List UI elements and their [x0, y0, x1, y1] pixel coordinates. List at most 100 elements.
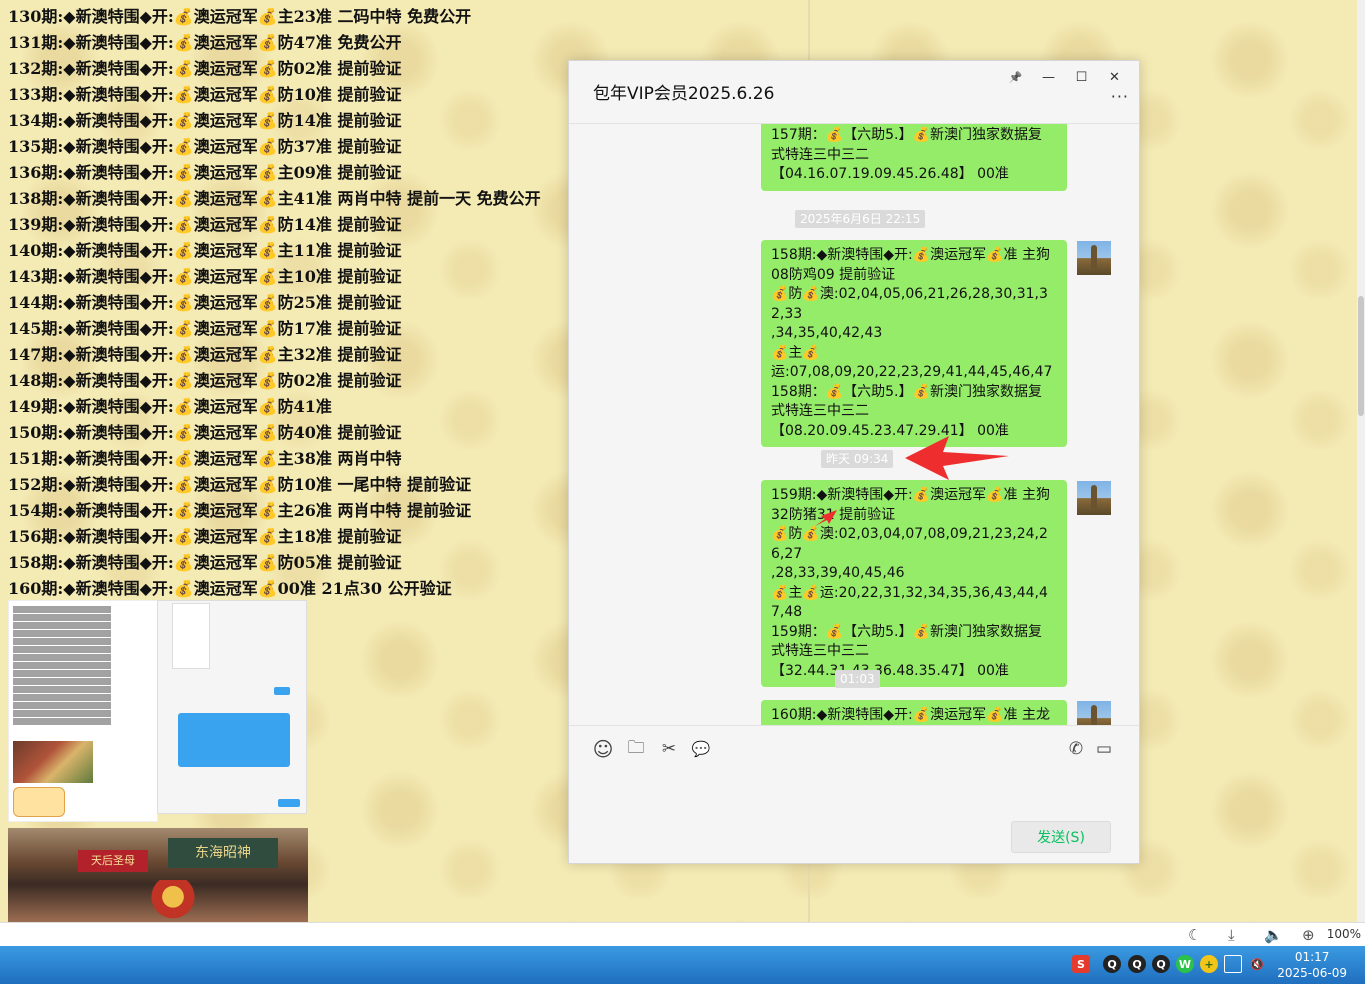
clock-date: 2025-06-09: [1277, 966, 1347, 980]
message-bubble-157: 157期：💰【六助5.】💰新澳门独家数据复 式特连三中三二【04.16.07.19…: [761, 124, 1067, 191]
message-line: 08防鸡09 提前验证: [771, 266, 896, 283]
pin-icon[interactable]: 📌: [999, 65, 1032, 89]
prediction-line: 130期:◆新澳特围◆开:💰澳运冠军💰主23准 二码中特 免费公开: [8, 7, 472, 26]
prediction-line: 152期:◆新澳特围◆开:💰澳运冠军💰防10准 一尾中特 提前验证: [8, 475, 472, 494]
prediction-line: 147期:◆新澳特围◆开:💰澳运冠军💰主32准 提前验证: [8, 345, 402, 364]
prediction-line: 151期:◆新澳特围◆开:💰澳运冠军💰主38准 两肖中特: [8, 449, 402, 468]
clock-time: 01:17: [1294, 950, 1330, 964]
red-arrow-icon: [905, 436, 1009, 480]
emoji-icon[interactable]: ☺: [592, 737, 614, 761]
prediction-line: 140期:◆新澳特围◆开:💰澳运冠军💰主11准 提前验证: [8, 241, 402, 260]
prediction-line: 135期:◆新澳特围◆开:💰澳运冠军💰防37准 提前验证: [8, 137, 402, 156]
message-line: 159期：💰【六助5.】💰新澳门独家数据复: [771, 623, 1042, 640]
browser-status-bar: ☾ ⤓ 🔈 ⊕ 100%: [0, 922, 1365, 946]
zoom-icon[interactable]: ⊕: [1302, 926, 1315, 944]
folder-icon[interactable]: 🗀: [625, 738, 647, 760]
prediction-line: 158期:◆新澳特围◆开:💰澳运冠军💰防05准 提前验证: [8, 553, 402, 572]
close-button[interactable]: ✕: [1098, 65, 1131, 89]
message-bubble-158: 158期:◆新澳特围◆开:💰澳运冠军💰准 主狗 08防鸡09 提前验证 💰防💰澳:0…: [761, 240, 1067, 447]
message-line: 💰主💰运:20,22,31,32,34,35,36,43,44,47,48: [771, 584, 1048, 621]
prediction-line: 131期:◆新澳特围◆开:💰澳运冠军💰防47准 免费公开: [8, 33, 402, 52]
qq-icon[interactable]: Q: [1152, 955, 1170, 973]
message-bubble-160: 160期:◆新澳特围◆开:💰澳运冠军💰准 主龙: [761, 700, 1067, 725]
avatar[interactable]: [1077, 481, 1111, 515]
page-scrollbar-thumb[interactable]: [1358, 296, 1364, 416]
temple-sign-small: 天后圣母: [78, 850, 148, 872]
timestamp: 昨天 09:34: [821, 450, 894, 468]
page-scrollbar[interactable]: [1357, 0, 1365, 922]
qq-icon[interactable]: Q: [1128, 955, 1146, 973]
timestamp: 2025年6月6日 22:15: [795, 210, 926, 228]
message-line: 159期:◆新澳特围◆开:💰澳运冠军💰准 主狗: [771, 487, 1051, 503]
sogou-ime-icon[interactable]: S: [1072, 955, 1090, 973]
avatar[interactable]: [1077, 701, 1111, 725]
statue-figure: [148, 880, 198, 922]
download-icon[interactable]: ⤓: [1228, 926, 1235, 944]
message-line: 【32.44.31.43.36.48.35.47】 00准: [771, 662, 1009, 679]
message-line: 式特连三中三二: [771, 403, 869, 419]
message-area[interactable]: 157期：💰【六助5.】💰新澳门独家数据复 式特连三中三二【04.16.07.19…: [569, 123, 1139, 725]
more-icon[interactable]: ···: [1111, 87, 1129, 106]
zoom-level[interactable]: 100%: [1327, 927, 1361, 941]
qq-icon[interactable]: Q: [1103, 955, 1121, 973]
night-mode-icon[interactable]: ☾: [1188, 926, 1201, 944]
maximize-button[interactable]: ☐: [1065, 65, 1098, 89]
network-icon[interactable]: [1224, 955, 1242, 973]
message-bubble-159: 159期:◆新澳特围◆开:💰澳运冠军💰准 主狗 32防猪31 提前验证 💰防💰澳:0…: [761, 480, 1067, 687]
sticker-image: [13, 787, 65, 817]
chat-title: 包年VIP会员2025.6.26: [593, 84, 775, 104]
prediction-line: 145期:◆新澳特围◆开:💰澳运冠军💰防17准 提前验证: [8, 319, 402, 338]
clock[interactable]: 01:17 2025-06-09: [1277, 949, 1347, 981]
prediction-line: 156期:◆新澳特围◆开:💰澳运冠军💰主18准 提前验证: [8, 527, 402, 546]
scissors-icon[interactable]: ✂: [658, 738, 680, 760]
message-line: ,28,33,39,40,45,46: [771, 565, 905, 581]
prediction-line: 144期:◆新澳特围◆开:💰澳运冠军💰防25准 提前验证: [8, 293, 402, 312]
message-line: 160期:◆新澳特围◆开:💰澳运冠军💰准 主龙: [771, 707, 1051, 723]
app-tray-icon[interactable]: +: [1200, 955, 1218, 973]
message-line: 158期:◆新澳特围◆开:💰澳运冠军💰准 主狗: [771, 247, 1051, 263]
message-line: 157期：💰【六助5.】💰新澳门独家数据复: [771, 127, 1042, 143]
chat-window: 包年VIP会员2025.6.26 📌 — ☐ ✕ ··· 157期：💰【六助5.…: [568, 60, 1140, 864]
prediction-line: 149期:◆新澳特围◆开:💰澳运冠军💰防41准: [8, 397, 332, 416]
prediction-line: 132期:◆新澳特围◆开:💰澳运冠军💰防02准 提前验证: [8, 59, 402, 78]
temple-photo-small: [13, 741, 93, 783]
message-input[interactable]: [569, 765, 1139, 815]
screenshot-thumbnail-right: [157, 600, 307, 814]
screenshot-thumbnail-left: [8, 600, 158, 822]
prediction-line: 136期:◆新澳特围◆开:💰澳运冠军💰主09准 提前验证: [8, 163, 402, 182]
send-button[interactable]: 发送(S): [1011, 821, 1111, 853]
prediction-line: 150期:◆新澳特围◆开:💰澳运冠军💰防40准 提前验证: [8, 423, 402, 442]
volume-icon[interactable]: 🔈: [1264, 926, 1283, 944]
message-line: 【04.16.07.19.09.45.26.48】 00准: [771, 166, 1009, 182]
message-line: 158期：💰【六助5.】💰新澳门独家数据复: [771, 383, 1042, 400]
taskbar: S Q Q Q W + 🔇 01:17 2025-06-09: [0, 946, 1365, 984]
prediction-line: 154期:◆新澳特围◆开:💰澳运冠军💰主26准 两肖中特 提前验证: [8, 501, 472, 520]
message-line: 💰防💰澳:02,03,04,07,08,09,21,23,24,26,27: [771, 526, 1048, 562]
wechat-icon[interactable]: W: [1176, 955, 1194, 973]
prediction-line: 138期:◆新澳特围◆开:💰澳运冠军💰主41准 两肖中特 提前一天 免费公开: [8, 189, 541, 208]
temple-sign: 东海昭神: [168, 838, 278, 868]
video-call-icon[interactable]: ▭: [1093, 738, 1115, 760]
phone-icon[interactable]: ✆: [1065, 738, 1087, 760]
window-controls: 📌 — ☐ ✕: [999, 65, 1131, 89]
volume-muted-icon[interactable]: 🔇: [1248, 955, 1266, 973]
message-line: 💰主💰: [771, 344, 820, 361]
message-line: 式特连三中三二: [771, 643, 869, 659]
prediction-line: 160期:◆新澳特围◆开:💰澳运冠军💰00准 21点30 公开验证: [8, 579, 452, 598]
prediction-line: 133期:◆新澳特围◆开:💰澳运冠军💰防10准 提前验证: [8, 85, 402, 104]
chat-toolbar: ☺ 🗀 ✂ 💬 ✆ ▭: [569, 725, 1139, 765]
message-line: ,34,35,40,42,43: [771, 325, 883, 341]
prediction-line: 134期:◆新澳特围◆开:💰澳运冠军💰防14准 提前验证: [8, 111, 402, 130]
prediction-line: 148期:◆新澳特围◆开:💰澳运冠军💰防02准 提前验证: [8, 371, 402, 390]
prediction-list: 130期:◆新澳特围◆开:💰澳运冠军💰主23准 二码中特 免费公开 131期:◆新…: [8, 4, 541, 602]
message-line: 💰防💰澳:02,04,05,06,21,26,28,30,31,32,33: [771, 286, 1048, 322]
small-red-arrow-icon: [815, 510, 837, 526]
prediction-line: 139期:◆新澳特围◆开:💰澳运冠军💰防14准 提前验证: [8, 215, 402, 234]
avatar[interactable]: [1077, 241, 1111, 275]
message-line: 式特连三中三二: [771, 146, 869, 163]
timestamp: 01:03: [835, 670, 880, 688]
minimize-button[interactable]: —: [1032, 65, 1065, 89]
chat-history-icon[interactable]: 💬: [690, 738, 712, 760]
message-line: 运:07,08,09,20,22,23,29,41,44,45,46,47: [771, 364, 1053, 380]
prediction-line: 143期:◆新澳特围◆开:💰澳运冠军💰主10准 提前验证: [8, 267, 402, 286]
